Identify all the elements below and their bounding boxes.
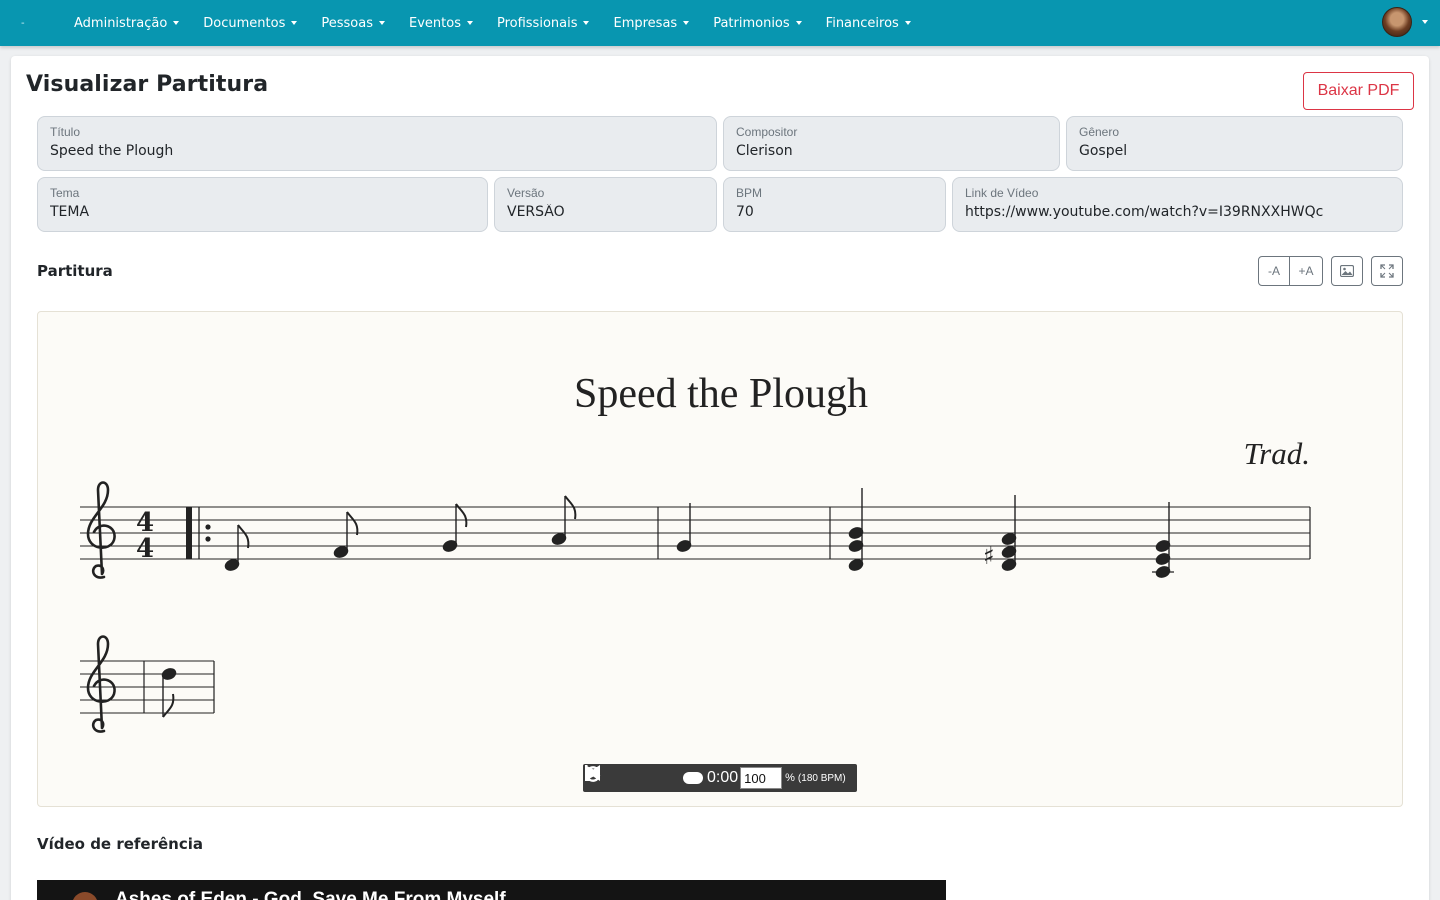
menu-profissionais[interactable]: Profissionais — [485, 16, 602, 31]
progress-toggle[interactable] — [683, 772, 703, 784]
eighth-note — [161, 668, 177, 718]
video-section-title: Vídeo de referência — [37, 835, 203, 853]
chevron-down-icon — [583, 21, 590, 25]
download-pdf-button[interactable]: Baixar PDF — [1303, 72, 1414, 110]
image-icon — [1340, 265, 1354, 277]
repeat-dot — [205, 536, 211, 542]
menu-label: Profissionais — [496, 15, 578, 31]
menu-financeiros[interactable]: Financeiros — [814, 16, 923, 31]
treble-clef-icon — [86, 635, 116, 733]
theme-field[interactable]: Tema TEMA — [37, 177, 488, 232]
title-field[interactable]: Título Speed the Plough — [37, 116, 717, 171]
field-label: Título — [50, 125, 81, 139]
menu-label: Financeiros — [825, 15, 899, 31]
field-label: Tema — [50, 186, 80, 200]
tempo-percent-input[interactable] — [740, 767, 783, 789]
chevron-down-icon — [683, 21, 690, 25]
brand-logo[interactable]: - — [21, 18, 51, 29]
field-label: Compositor — [736, 125, 798, 139]
playback-time: 0:00 — [707, 769, 739, 786]
playback-controls: 0:00 % (180 BPM) — [583, 764, 857, 792]
percent-sign: % — [785, 772, 795, 784]
menu-label: Eventos — [409, 15, 461, 31]
increase-font-button[interactable]: +A — [1289, 256, 1323, 286]
chevron-down-icon — [291, 21, 298, 25]
field-value: Gospel — [1079, 143, 1128, 159]
menu-empresas[interactable]: Empresas — [601, 16, 701, 31]
decrease-font-button[interactable]: -A — [1258, 256, 1290, 286]
user-menu[interactable] — [1382, 7, 1428, 37]
video-link-field[interactable]: Link de Vídeo https://www.youtube.com/wa… — [952, 177, 1403, 232]
field-value: VERSÂO — [507, 204, 565, 220]
top-navbar: - Administração Documentos Pessoas Event… — [0, 0, 1440, 46]
field-label: BPM — [736, 186, 763, 200]
repeat-dot — [205, 524, 211, 530]
menu-documentos[interactable]: Documentos — [191, 16, 309, 31]
field-value: 70 — [736, 204, 754, 220]
page-title: Visualizar Partitura — [26, 72, 269, 97]
chevron-down-icon — [1422, 20, 1428, 24]
field-value: TEMA — [50, 204, 90, 220]
menu-administracao[interactable]: Administração — [62, 16, 191, 31]
menu-label: Pessoas — [321, 15, 373, 31]
play-icon — [585, 765, 600, 781]
fullscreen-icon — [1380, 264, 1394, 278]
repeat-barline-thick — [186, 507, 192, 559]
menu-eventos[interactable]: Eventos — [397, 16, 485, 31]
menu-pessoas[interactable]: Pessoas — [309, 16, 397, 31]
rewind-button[interactable] — [585, 765, 645, 789]
video-title[interactable]: Ashes of Eden - God, Save Me From Myself — [115, 889, 506, 900]
field-value: Speed the Plough — [50, 143, 174, 159]
music-staff-notation: 4 4 ♯ — [80, 481, 1311, 733]
sharp-accidental: ♯ — [983, 542, 995, 570]
field-value: Clerison — [736, 143, 793, 159]
chevron-down-icon — [904, 21, 911, 25]
field-label: Gênero — [1079, 125, 1120, 139]
menu-label: Administração — [74, 15, 168, 31]
bpm-readout: (180 BPM) — [797, 772, 846, 784]
fullscreen-button[interactable] — [1371, 256, 1403, 286]
score-section-title: Partitura — [37, 262, 113, 280]
treble-clef-icon — [86, 481, 116, 579]
bpm-field[interactable]: BPM 70 — [723, 177, 946, 232]
sheet-music-viewer: Speed the Plough Trad. 4 4 ♯ 0:00 100 % … — [37, 311, 1403, 807]
menu-patrimonios[interactable]: Patrimonios — [701, 16, 813, 31]
time-signature-bottom: 4 — [136, 534, 154, 564]
chevron-down-icon — [466, 21, 473, 25]
composer-field[interactable]: Compositor Clerison — [723, 116, 1060, 171]
chevron-down-icon — [173, 21, 180, 25]
quarter-note — [676, 503, 692, 552]
menu-label: Documentos — [203, 15, 286, 31]
play-button[interactable] — [585, 765, 675, 789]
main-menu: Administração Documentos Pessoas Eventos… — [62, 16, 923, 31]
field-label: Link de Vídeo — [965, 186, 1039, 200]
avatar[interactable] — [1382, 7, 1412, 37]
menu-label: Empresas — [613, 15, 678, 31]
field-value: https://www.youtube.com/watch?v=I39RNXXH… — [965, 204, 1324, 220]
export-image-button[interactable] — [1331, 256, 1363, 286]
version-field[interactable]: Versão VERSÂO — [494, 177, 717, 232]
page-card: Visualizar Partitura Baixar PDF Título S… — [11, 56, 1429, 900]
video-player[interactable]: Ashes of Eden - God, Save Me From Myself — [37, 880, 946, 900]
chevron-down-icon — [379, 21, 385, 25]
staff-lines — [80, 506, 1310, 560]
chord-notes — [848, 488, 1174, 578]
chevron-down-icon — [795, 21, 802, 25]
menu-label: Patrimonios — [713, 15, 790, 31]
genre-field[interactable]: Gênero Gospel — [1066, 116, 1403, 171]
field-label: Versão — [507, 186, 545, 200]
channel-avatar[interactable] — [72, 892, 98, 900]
